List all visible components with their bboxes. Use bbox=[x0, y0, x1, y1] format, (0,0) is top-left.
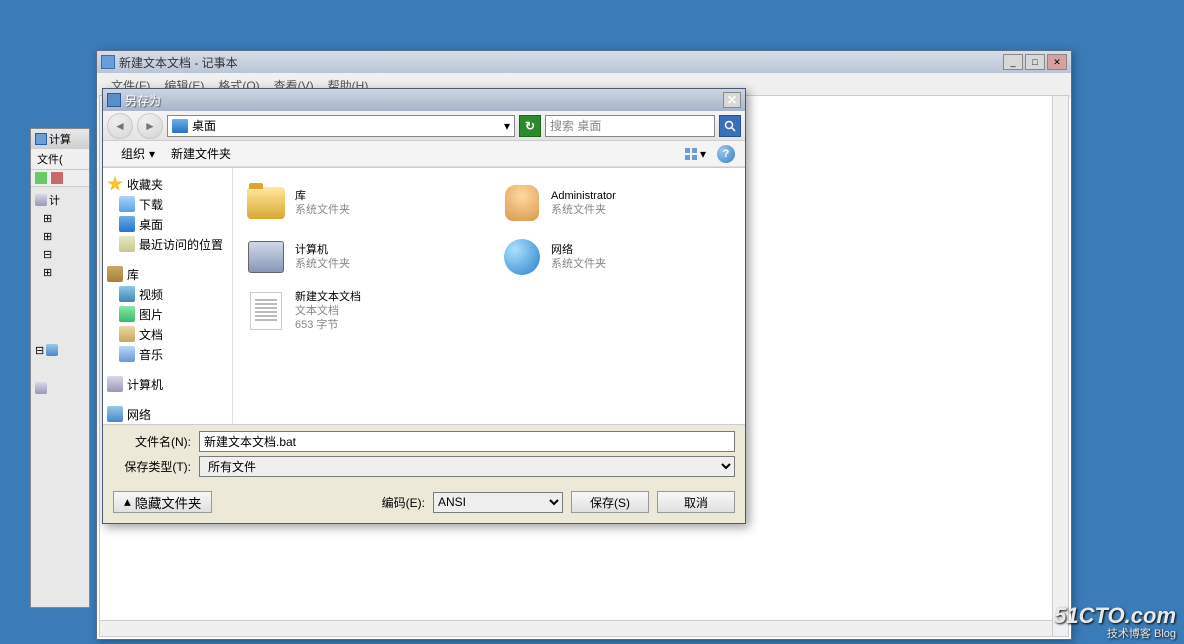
nav-bar: ◄ ► 桌面 ▾ ↻ 搜索 桌面 bbox=[103, 111, 745, 141]
hide-folders-button[interactable]: ▴隐藏文件夹 bbox=[113, 491, 212, 513]
nav-back-button[interactable]: ◄ bbox=[107, 113, 133, 139]
file-item-library[interactable]: 库系统文件夹 bbox=[243, 178, 479, 228]
download-icon bbox=[119, 196, 135, 212]
file-list[interactable]: 库系统文件夹 Administrator系统文件夹 计算机系统文件夹 网络系统文… bbox=[233, 168, 745, 424]
dialog-icon bbox=[107, 93, 121, 107]
background-window: 计算 文件( 计 ⊞ ⊞ ⊟ ⊞ ⊟ bbox=[30, 128, 90, 608]
text-file-icon bbox=[250, 292, 282, 330]
computer-folder-icon bbox=[248, 241, 284, 273]
savetype-label: 保存类型(T): bbox=[113, 458, 199, 475]
sidebar-favorites[interactable]: 收藏夹 bbox=[107, 174, 228, 194]
magnifier-icon bbox=[724, 120, 736, 132]
document-icon bbox=[119, 326, 135, 342]
notepad-icon bbox=[101, 55, 115, 69]
forward-icon bbox=[51, 172, 63, 184]
file-item-network[interactable]: 网络系统文件夹 bbox=[499, 232, 735, 282]
dialog-footer: ▴隐藏文件夹 编码(E): ANSI 保存(S) 取消 bbox=[103, 483, 745, 523]
sidebar-network[interactable]: 网络 bbox=[107, 404, 228, 424]
dialog-close-button[interactable]: ✕ bbox=[723, 92, 741, 108]
cancel-button[interactable]: 取消 bbox=[657, 491, 735, 513]
library-icon bbox=[107, 266, 123, 282]
view-icon bbox=[684, 147, 698, 161]
encoding-label: 编码(E): bbox=[382, 494, 425, 511]
computer-icon bbox=[35, 194, 47, 206]
search-placeholder: 搜索 桌面 bbox=[550, 117, 601, 134]
video-icon bbox=[119, 286, 135, 302]
address-dropdown-icon[interactable]: ▾ bbox=[504, 119, 510, 133]
close-button[interactable]: ✕ bbox=[1047, 54, 1067, 70]
notepad-titlebar[interactable]: 新建文本文档 - 记事本 _ □ ✕ bbox=[97, 51, 1071, 73]
nav-forward-button[interactable]: ► bbox=[137, 113, 163, 139]
sidebar-item-downloads[interactable]: 下载 bbox=[107, 194, 228, 214]
sidebar-libraries[interactable]: 库 bbox=[107, 264, 228, 284]
address-text: 桌面 bbox=[192, 117, 216, 134]
new-folder-button[interactable]: 新建文件夹 bbox=[163, 143, 239, 164]
sidebar-item-documents[interactable]: 文档 bbox=[107, 324, 228, 344]
chevron-up-icon: ▴ bbox=[124, 494, 131, 510]
desktop-icon bbox=[119, 216, 135, 232]
back-icon bbox=[35, 172, 47, 184]
organize-button[interactable]: 组织 ▾ bbox=[113, 143, 163, 164]
filename-input[interactable] bbox=[199, 431, 735, 452]
savetype-select[interactable]: 所有文件 bbox=[199, 456, 735, 477]
refresh-button[interactable]: ↻ bbox=[519, 115, 541, 137]
sidebar: 收藏夹 下载 桌面 最近访问的位置 库 视频 图片 文档 音乐 计算机 网络 bbox=[103, 168, 233, 424]
save-button[interactable]: 保存(S) bbox=[571, 491, 649, 513]
music-icon bbox=[119, 346, 135, 362]
network-icon bbox=[46, 344, 58, 356]
library-folder-icon bbox=[247, 187, 285, 219]
bg-titlebar: 计算 bbox=[31, 129, 89, 149]
network-folder-icon bbox=[504, 239, 540, 275]
bg-title-text: 计算 bbox=[49, 131, 71, 147]
desktop-icon bbox=[172, 119, 188, 133]
network-icon bbox=[107, 406, 123, 422]
search-input[interactable]: 搜索 桌面 bbox=[545, 115, 715, 137]
notepad-title-text: 新建文本文档 - 记事本 bbox=[119, 54, 1003, 71]
encoding-select[interactable]: ANSI bbox=[433, 492, 563, 513]
filename-label: 文件名(N): bbox=[113, 433, 199, 450]
star-icon bbox=[107, 176, 123, 192]
help-button[interactable]: ? bbox=[717, 145, 735, 163]
horizontal-scrollbar[interactable] bbox=[100, 620, 1052, 636]
sidebar-item-desktop[interactable]: 桌面 bbox=[107, 214, 228, 234]
dialog-titlebar[interactable]: 另存为 ✕ bbox=[103, 89, 745, 111]
file-item-textfile[interactable]: 新建文本文档文本文档653 字节 bbox=[243, 286, 479, 336]
search-button[interactable] bbox=[719, 115, 741, 137]
device-icon bbox=[35, 382, 47, 394]
sidebar-item-videos[interactable]: 视频 bbox=[107, 284, 228, 304]
sidebar-item-music[interactable]: 音乐 bbox=[107, 344, 228, 364]
bg-menu: 文件( bbox=[31, 149, 89, 169]
file-item-administrator[interactable]: Administrator系统文件夹 bbox=[499, 178, 735, 228]
computer-icon bbox=[107, 376, 123, 392]
image-icon bbox=[119, 306, 135, 322]
app-icon bbox=[35, 133, 47, 145]
filename-panel: 文件名(N): 保存类型(T): 所有文件 bbox=[103, 425, 745, 483]
dialog-toolbar: 组织 ▾ 新建文件夹 ▾ ? bbox=[103, 141, 745, 167]
bg-toolbar bbox=[31, 169, 89, 187]
dialog-title-text: 另存为 bbox=[125, 92, 723, 109]
bg-tree: 计 ⊞ ⊞ ⊟ ⊞ ⊟ bbox=[31, 187, 89, 401]
user-folder-icon bbox=[505, 185, 539, 221]
view-mode-button[interactable]: ▾ bbox=[681, 147, 709, 161]
sidebar-computer[interactable]: 计算机 bbox=[107, 374, 228, 394]
recent-icon bbox=[119, 236, 135, 252]
sidebar-item-recent[interactable]: 最近访问的位置 bbox=[107, 234, 228, 254]
vertical-scrollbar[interactable] bbox=[1052, 96, 1068, 636]
file-item-computer[interactable]: 计算机系统文件夹 bbox=[243, 232, 479, 282]
address-bar[interactable]: 桌面 ▾ bbox=[167, 115, 515, 137]
sidebar-item-pictures[interactable]: 图片 bbox=[107, 304, 228, 324]
maximize-button[interactable]: □ bbox=[1025, 54, 1045, 70]
watermark: 51CTO.com 技术博客 Blog bbox=[1054, 604, 1176, 640]
minimize-button[interactable]: _ bbox=[1003, 54, 1023, 70]
save-as-dialog: 另存为 ✕ ◄ ► 桌面 ▾ ↻ 搜索 桌面 组织 ▾ 新建文件夹 ▾ ? 收藏… bbox=[102, 88, 746, 524]
